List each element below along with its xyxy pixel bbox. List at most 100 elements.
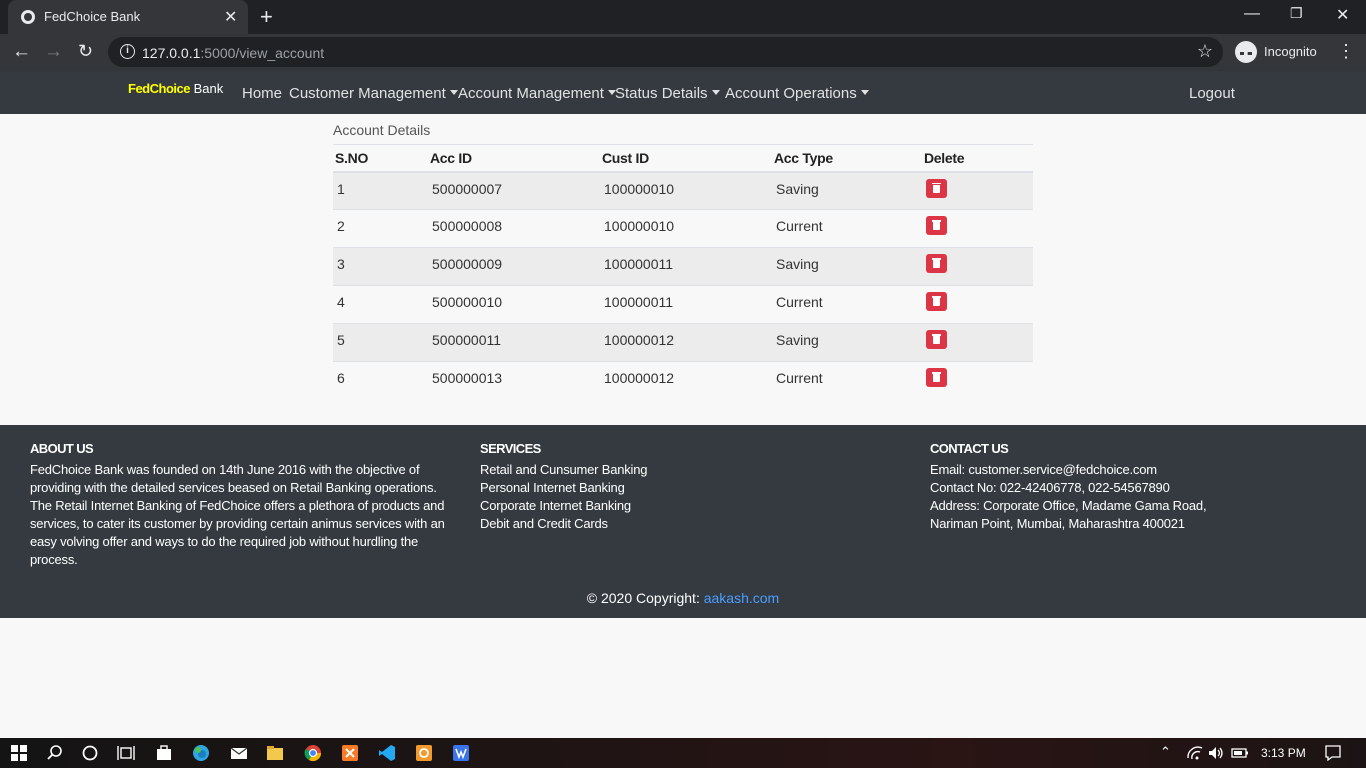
cell-acc-id: 500000009 bbox=[428, 247, 600, 286]
copyright-text: © 2020 Copyright: bbox=[586, 590, 704, 606]
cell-sno: 5 bbox=[333, 323, 428, 362]
delete-button[interactable] bbox=[926, 178, 947, 198]
browser-tab-strip: FedChoice Bank ✕ + — ❐ ✕ bbox=[0, 0, 1366, 34]
copyright: © 2020 Copyright: aakash.com bbox=[0, 590, 1366, 606]
cell-acc-type: Current bbox=[772, 209, 922, 248]
cell-acc-type: Saving bbox=[772, 247, 922, 286]
about-heading: ABOUT US bbox=[30, 441, 94, 456]
column-header-acc-type: Acc Type bbox=[772, 144, 922, 173]
nav-home[interactable]: Home bbox=[242, 85, 282, 102]
xampp-icon[interactable] bbox=[341, 744, 359, 762]
bookmark-star-icon[interactable]: ☆ bbox=[1197, 41, 1213, 62]
table-row: 5 500000011 100000012 Saving bbox=[333, 323, 1033, 362]
delete-button[interactable] bbox=[926, 330, 947, 349]
delete-button[interactable] bbox=[926, 368, 947, 387]
cortana-icon[interactable] bbox=[81, 744, 99, 762]
sublime-icon[interactable] bbox=[415, 744, 433, 762]
file-explorer-icon[interactable] bbox=[266, 744, 284, 762]
globe-icon bbox=[21, 10, 35, 24]
windows-taskbar: ⌃ 3:13 PM bbox=[0, 738, 1366, 768]
site-footer: ABOUT US FedChoice Bank was founded on 1… bbox=[0, 425, 1366, 618]
cell-cust-id: 100000010 bbox=[600, 209, 772, 248]
column-header-cust-id: Cust ID bbox=[600, 144, 772, 173]
address-bar[interactable]: i 127.0.0.1:5000/view_account ☆ bbox=[108, 37, 1223, 67]
column-header-delete: Delete bbox=[922, 144, 1033, 173]
notification-icon[interactable] bbox=[1324, 744, 1342, 762]
battery-icon[interactable] bbox=[1231, 744, 1249, 762]
contact-address-line2: Nariman Point, Mumbai, Maharashtra 40002… bbox=[930, 516, 1185, 531]
page-title: Account Details bbox=[333, 122, 431, 138]
app-icon[interactable] bbox=[452, 744, 470, 762]
delete-button[interactable] bbox=[926, 254, 947, 273]
cell-cust-id: 100000011 bbox=[600, 247, 772, 286]
table-row: 6 500000013 100000012 Current bbox=[333, 361, 1033, 400]
chevron-up-icon[interactable]: ⌃ bbox=[1160, 744, 1171, 760]
accounts-table: S.NO Acc ID Cust ID Acc Type Delete 1 50… bbox=[333, 144, 1033, 400]
about-text: FedChoice Bank was founded on 14th June … bbox=[30, 462, 445, 567]
edge-icon[interactable] bbox=[192, 744, 210, 762]
reload-icon[interactable]: ↻ bbox=[78, 41, 93, 62]
nav-account-operations[interactable]: Account Operations bbox=[725, 85, 869, 102]
forward-arrow-icon[interactable]: → bbox=[44, 41, 63, 63]
cell-acc-type: Saving bbox=[772, 171, 922, 210]
tab-close-icon[interactable]: ✕ bbox=[224, 7, 237, 27]
url-text[interactable]: 127.0.0.1:5000/view_account bbox=[142, 45, 324, 61]
contact-phone: Contact No: 022-42406778, 022-54567890 bbox=[930, 480, 1170, 495]
cell-cust-id: 100000011 bbox=[600, 285, 772, 324]
chrome-icon[interactable] bbox=[304, 744, 322, 762]
cell-delete bbox=[922, 209, 1033, 248]
cell-cust-id: 100000012 bbox=[600, 323, 772, 362]
store-icon[interactable] bbox=[155, 744, 173, 762]
info-icon[interactable]: i bbox=[120, 44, 135, 59]
task-view-icon[interactable] bbox=[117, 744, 135, 762]
taskbar-clock[interactable]: 3:13 PM bbox=[1261, 746, 1306, 760]
mail-icon[interactable] bbox=[230, 744, 248, 762]
restore-icon[interactable]: ❐ bbox=[1290, 5, 1303, 22]
windows-start-icon[interactable] bbox=[10, 744, 28, 762]
nav-status-details[interactable]: Status Details bbox=[615, 85, 720, 102]
service-item: Corporate Internet Banking bbox=[480, 498, 631, 513]
caret-down-icon bbox=[711, 90, 720, 95]
new-tab-button[interactable]: + bbox=[260, 4, 273, 30]
vscode-icon[interactable] bbox=[378, 744, 396, 762]
service-item: Retail and Cunsumer Banking bbox=[480, 462, 648, 477]
site-navbar: FedChoice Bank Home Customer Management … bbox=[0, 71, 1366, 114]
cell-delete bbox=[922, 285, 1033, 324]
volume-icon[interactable] bbox=[1207, 744, 1225, 762]
cell-acc-id: 500000010 bbox=[428, 285, 600, 324]
brand-logo[interactable]: FedChoice Bank bbox=[128, 81, 223, 96]
logout-link[interactable]: Logout bbox=[1189, 85, 1235, 102]
cell-cust-id: 100000010 bbox=[600, 171, 772, 210]
cell-acc-id: 500000013 bbox=[428, 361, 600, 400]
cell-sno: 6 bbox=[333, 361, 428, 400]
nav-customer-management[interactable]: Customer Management bbox=[289, 85, 458, 102]
nav-account-management[interactable]: Account Management bbox=[458, 85, 616, 102]
cell-acc-type: Current bbox=[772, 361, 922, 400]
back-arrow-icon[interactable]: ← bbox=[12, 41, 31, 63]
browser-menu-icon[interactable]: ⋮ bbox=[1337, 41, 1355, 62]
delete-button[interactable] bbox=[926, 216, 947, 235]
cell-sno: 4 bbox=[333, 285, 428, 324]
contact-email: Email: customer.service@fedchoice.com bbox=[930, 462, 1157, 477]
caret-down-icon bbox=[449, 90, 458, 95]
copyright-link[interactable]: aakash.com bbox=[704, 590, 779, 606]
browser-tab[interactable]: FedChoice Bank ✕ bbox=[8, 0, 248, 34]
incognito-icon bbox=[1235, 41, 1257, 63]
contact-heading: CONTACT US bbox=[930, 441, 1009, 456]
table-row: 1 500000007 100000010 Saving bbox=[333, 171, 1033, 210]
cell-acc-id: 500000007 bbox=[428, 171, 600, 210]
delete-button[interactable] bbox=[926, 292, 947, 311]
footer-about: ABOUT US FedChoice Bank was founded on 1… bbox=[30, 440, 460, 569]
window-close-icon[interactable]: ✕ bbox=[1336, 5, 1349, 25]
cell-delete bbox=[922, 171, 1033, 210]
cell-sno: 3 bbox=[333, 247, 428, 286]
main-content: Account Details S.NO Acc ID Cust ID Acc … bbox=[0, 114, 1366, 425]
search-icon[interactable] bbox=[46, 744, 64, 762]
wifi-icon[interactable] bbox=[1186, 744, 1204, 762]
browser-toolbar: ← → ↻ i 127.0.0.1:5000/view_account ☆ In… bbox=[0, 34, 1366, 71]
cell-delete bbox=[922, 323, 1033, 362]
cell-cust-id: 100000012 bbox=[600, 361, 772, 400]
caret-down-icon bbox=[860, 90, 869, 95]
minimize-icon[interactable]: — bbox=[1244, 5, 1260, 23]
table-row: 3 500000009 100000011 Saving bbox=[333, 247, 1033, 286]
